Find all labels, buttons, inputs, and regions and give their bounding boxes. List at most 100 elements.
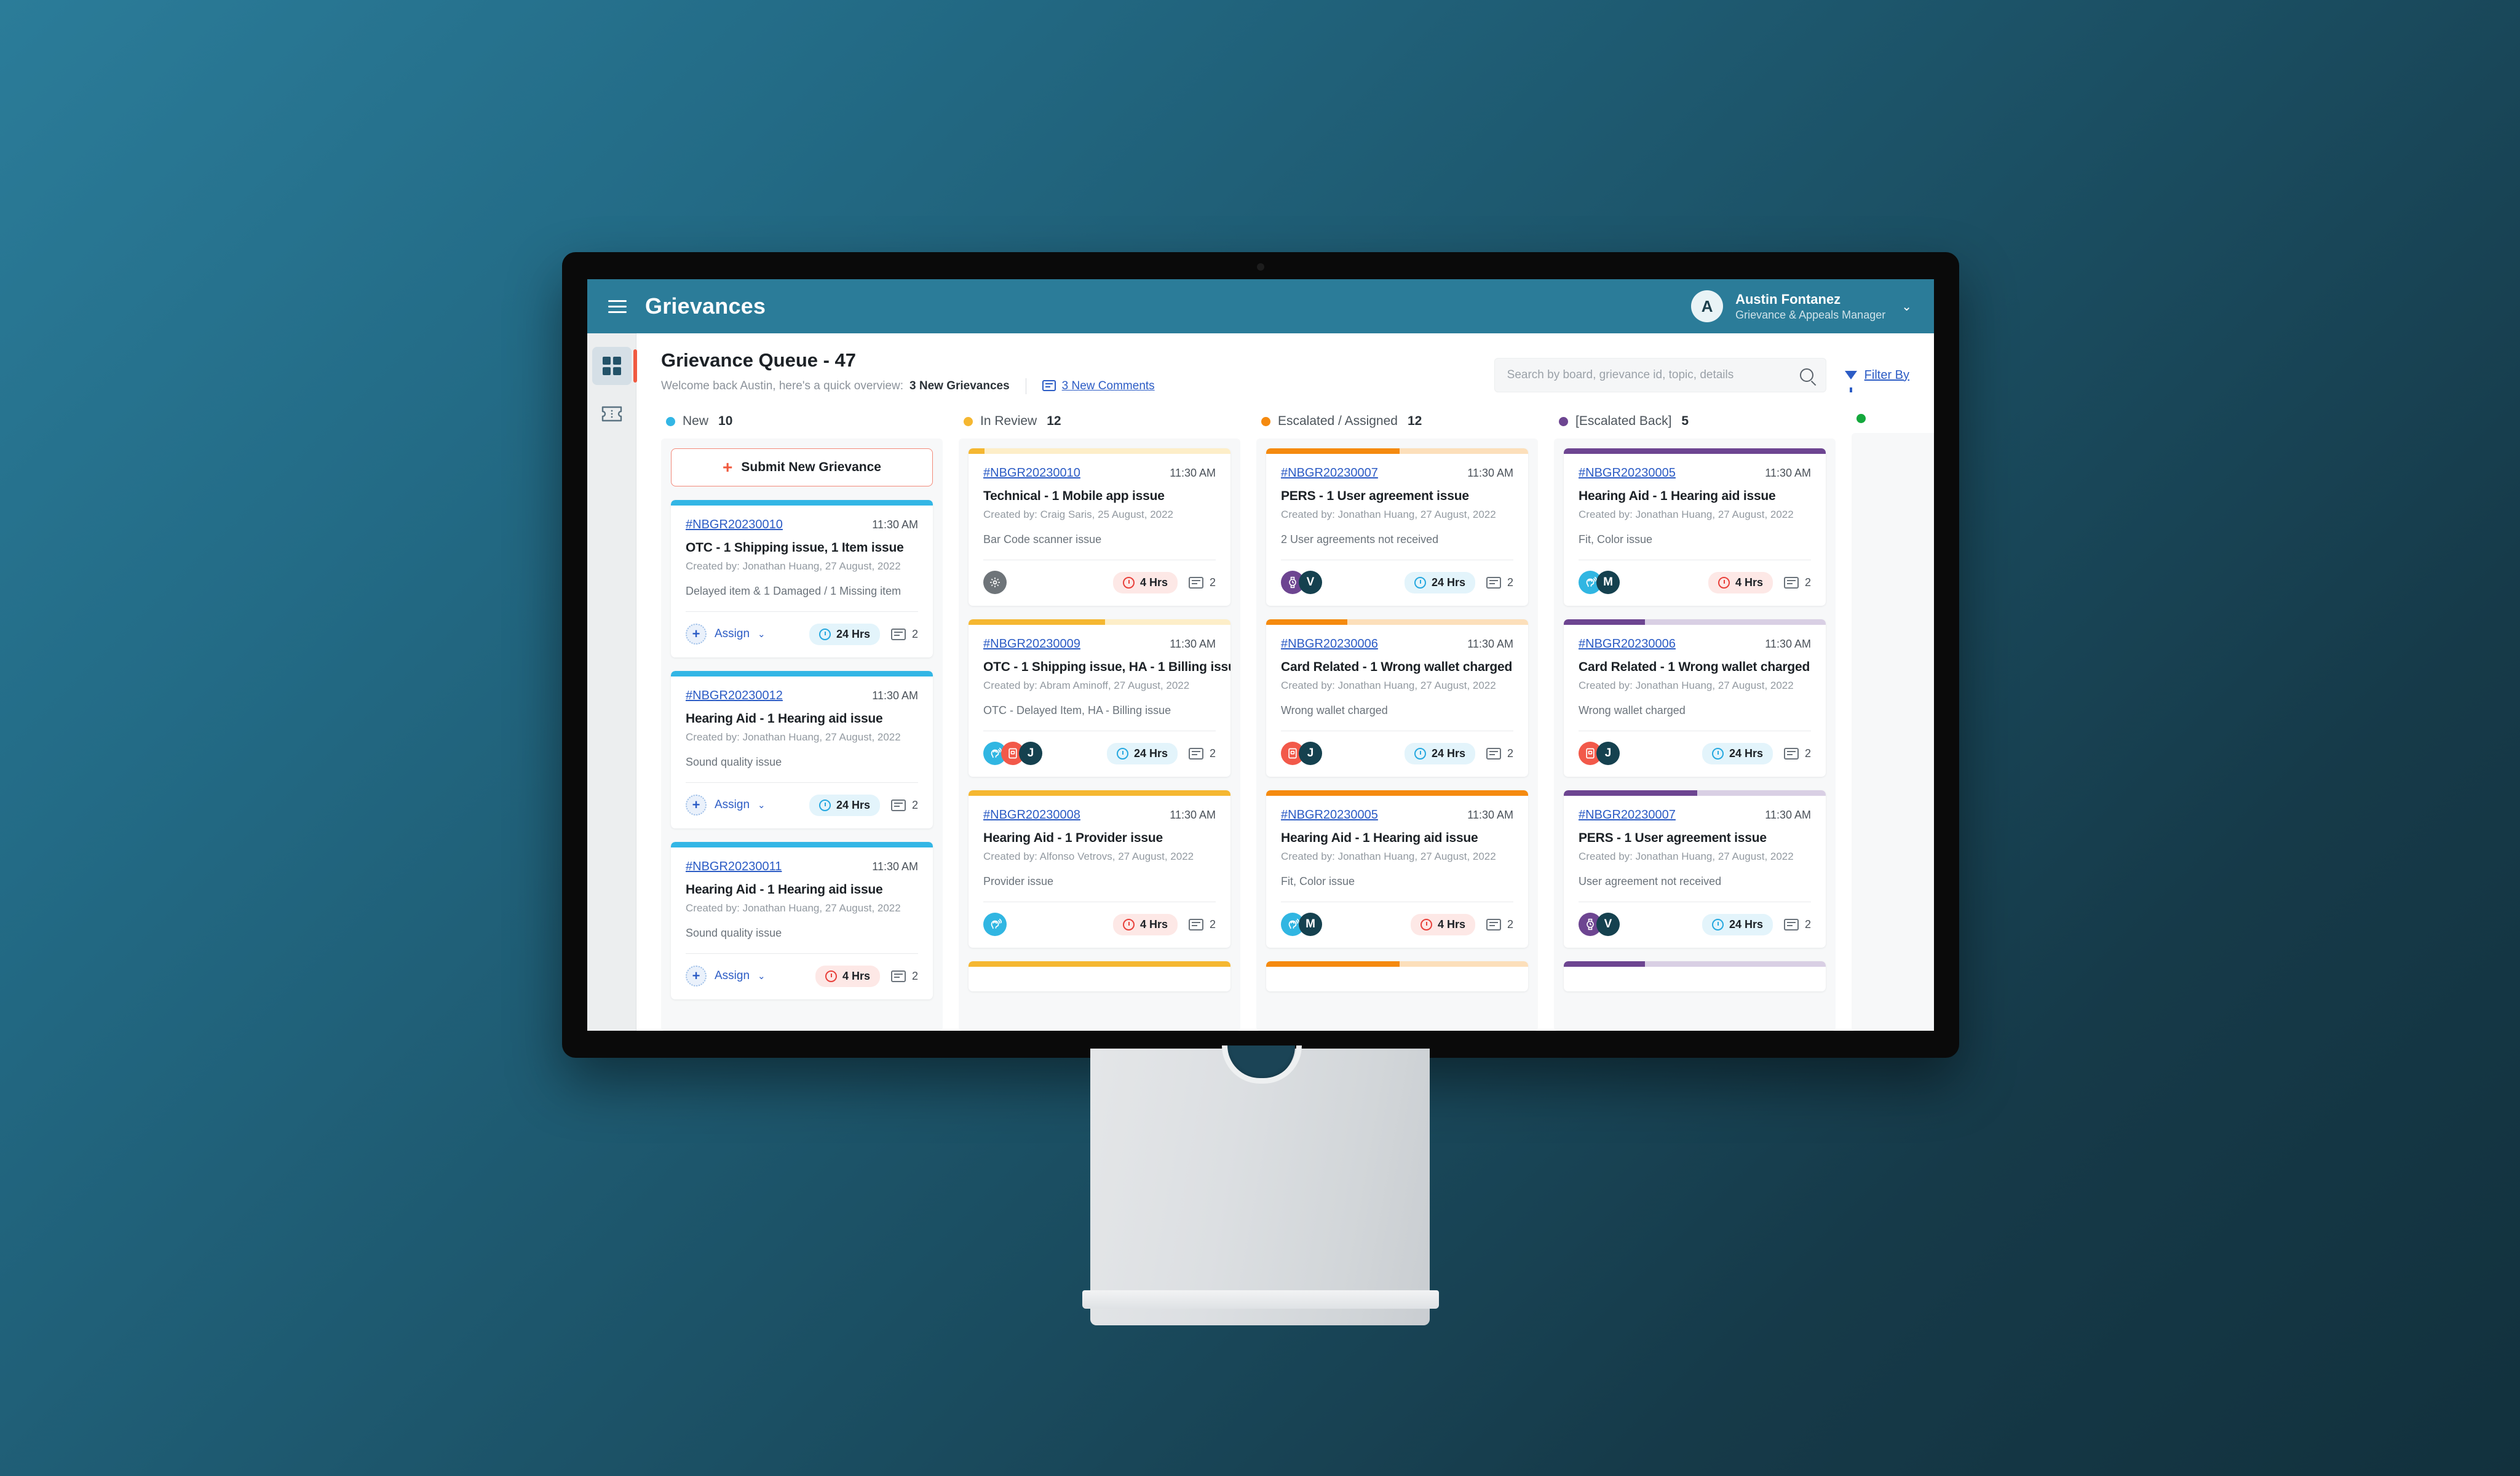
grievance-card[interactable] xyxy=(1564,961,1826,991)
sla-badge: 4 Hrs xyxy=(1112,571,1178,593)
screen: Grievances A Austin Fontanez Grievance &… xyxy=(587,279,1934,1031)
comment-count[interactable]: 2 xyxy=(1188,747,1216,760)
progress-bar-fill xyxy=(1266,448,1400,454)
grievance-id-link[interactable]: #NBGR20230010 xyxy=(983,466,1080,480)
avatar-letter[interactable]: V xyxy=(1299,571,1322,594)
progress-bar xyxy=(969,619,1230,625)
grievance-id-link[interactable]: #NBGR20230010 xyxy=(686,518,783,532)
progress-bar-fill xyxy=(1266,790,1528,796)
chevron-down-icon[interactable]: ⌄ xyxy=(758,629,766,640)
plus-icon: + xyxy=(686,624,707,645)
grievance-id-link[interactable]: #NBGR20230005 xyxy=(1281,808,1378,822)
plus-icon: + xyxy=(686,795,707,815)
assign-control[interactable]: + Assign ⌄ xyxy=(686,624,766,645)
progress-bar-fill xyxy=(969,619,1105,625)
grievance-card[interactable]: #NBGR20230011 11:30 AM Hearing Aid - 1 Hea… xyxy=(671,842,933,999)
comment-count[interactable]: 2 xyxy=(890,969,918,983)
main-content: Grievance Queue - 47 Welcome back Austin… xyxy=(636,333,1934,1031)
grievance-id-link[interactable]: #NBGR20230007 xyxy=(1579,808,1676,822)
grievance-id-link[interactable]: #NBGR20230009 xyxy=(983,637,1080,651)
grievance-card[interactable]: #NBGR20230007 11:30 AM PERS - 1 User agree… xyxy=(1564,790,1826,948)
submit-new-grievance-button[interactable]: + Submit New Grievance xyxy=(671,448,933,486)
avatar-hearing[interactable] xyxy=(983,913,1007,936)
progress-bar xyxy=(1266,448,1528,454)
sla-text: 24 Hrs xyxy=(1431,747,1465,760)
grievance-card[interactable] xyxy=(1266,961,1528,991)
avatar-gear[interactable] xyxy=(983,571,1007,594)
avatar-letter[interactable]: V xyxy=(1596,913,1620,936)
grievance-id-link[interactable]: #NBGR20230005 xyxy=(1579,466,1676,480)
status-dot xyxy=(964,416,973,426)
comment-count[interactable]: 2 xyxy=(1188,576,1216,589)
grievance-id-link[interactable]: #NBGR20230006 xyxy=(1281,637,1378,651)
comment-count[interactable]: 2 xyxy=(1783,747,1811,760)
chevron-down-icon[interactable]: ⌄ xyxy=(1901,299,1912,314)
avatar-letter[interactable]: M xyxy=(1596,571,1620,594)
comment-count[interactable]: 2 xyxy=(890,799,918,812)
clock-icon xyxy=(1414,747,1426,760)
comment-count[interactable]: 2 xyxy=(1486,747,1513,760)
assign-label: Assign xyxy=(715,798,750,811)
grievance-card[interactable]: #NBGR20230008 11:30 AM Hearing Aid - 1 Pro… xyxy=(969,790,1230,948)
progress-bar-fill xyxy=(1266,961,1400,967)
card-title: OTC - 1 Shipping issue, 1 Item issue xyxy=(686,541,904,555)
search-input[interactable] xyxy=(1507,368,1800,382)
grievance-card[interactable]: #NBGR20230006 11:30 AM Card Related - 1 Wr… xyxy=(1266,619,1528,777)
grievance-card[interactable]: #NBGR20230009 11:30 AM OTC - 1 Shipping is… xyxy=(969,619,1230,777)
grievance-card[interactable]: #NBGR20230010 11:30 AM OTC - 1 Shipping is… xyxy=(671,500,933,657)
welcome-text: Welcome back Austin, here's a quick over… xyxy=(661,379,904,392)
grievance-id-link[interactable]: #NBGR20230011 xyxy=(686,860,782,874)
avatar-letter[interactable]: J xyxy=(1299,742,1322,765)
avatar-letter[interactable]: J xyxy=(1019,742,1042,765)
progress-bar-fill xyxy=(671,671,933,676)
sla-text: 24 Hrs xyxy=(1729,918,1763,930)
avatar-letter[interactable]: M xyxy=(1299,913,1322,936)
card-description: Bar Code scanner issue xyxy=(983,533,1102,546)
user-menu[interactable]: A Austin Fontanez Grievance & Appeals Ma… xyxy=(1691,279,1912,333)
assignee-avatars: M xyxy=(1281,913,1322,936)
sla-badge: 4 Hrs xyxy=(1708,571,1773,593)
new-comments-link[interactable]: 3 New Comments xyxy=(1042,379,1155,393)
comment-count-value: 2 xyxy=(1507,576,1513,589)
comment-count[interactable]: 2 xyxy=(1486,918,1513,931)
chevron-down-icon[interactable]: ⌄ xyxy=(758,970,766,982)
status-dot xyxy=(1559,416,1568,426)
comment-count[interactable]: 2 xyxy=(890,627,918,641)
search-box[interactable] xyxy=(1494,358,1826,392)
chevron-down-icon[interactable]: ⌄ xyxy=(758,800,766,811)
grievance-card[interactable]: #NBGR20230010 11:30 AM Technical - 1 Mobil… xyxy=(969,448,1230,606)
comment-count[interactable]: 2 xyxy=(1783,918,1811,931)
grievance-card[interactable]: #NBGR20230005 11:30 AM Hearing Aid - 1 Hea… xyxy=(1266,790,1528,948)
grievance-card[interactable] xyxy=(969,961,1230,991)
hamburger-menu-icon[interactable] xyxy=(608,300,627,313)
assignee-avatars: V xyxy=(1579,913,1620,936)
comment-count[interactable]: 2 xyxy=(1783,576,1811,589)
grievance-card[interactable]: #NBGR20230012 11:30 AM Hearing Aid - 1 Hea… xyxy=(671,671,933,828)
filter-by-button[interactable]: Filter By xyxy=(1844,368,1909,392)
grievance-id-link[interactable]: #NBGR20230007 xyxy=(1281,466,1378,480)
grievance-card[interactable]: #NBGR20230005 11:30 AM Hearing Aid - 1 Hea… xyxy=(1564,448,1826,606)
card-title: Card Related - 1 Wrong wallet charged xyxy=(1579,660,1810,674)
assign-control[interactable]: + Assign ⌄ xyxy=(686,966,766,986)
grievance-id-link[interactable]: #NBGR20230006 xyxy=(1579,637,1676,651)
comment-count[interactable]: 2 xyxy=(1188,918,1216,931)
grievance-id-link[interactable]: #NBGR20230008 xyxy=(983,808,1080,822)
comment-icon xyxy=(1486,747,1501,760)
assignee-avatars xyxy=(983,913,1007,936)
comment-count-value: 2 xyxy=(911,627,918,640)
assign-control[interactable]: + Assign ⌄ xyxy=(686,795,766,815)
comment-count-value: 2 xyxy=(911,969,918,982)
search-icon[interactable] xyxy=(1799,368,1813,382)
sla-badge: 4 Hrs xyxy=(1410,913,1475,935)
grievance-card[interactable]: #NBGR20230007 11:30 AM PERS - 1 User agree… xyxy=(1266,448,1528,606)
avatar-letter[interactable]: J xyxy=(1596,742,1620,765)
card-title: PERS - 1 User agreement issue xyxy=(1281,489,1469,503)
grievance-card[interactable]: #NBGR20230006 11:30 AM Card Related - 1 Wr… xyxy=(1564,619,1826,777)
sidebar-item-ticket-view[interactable] xyxy=(592,396,632,434)
comment-count[interactable]: 2 xyxy=(1486,576,1513,589)
card-time: 11:30 AM xyxy=(872,689,918,702)
card-description: OTC - Delayed Item, HA - Billing issue xyxy=(983,704,1171,716)
card-title: PERS - 1 User agreement issue xyxy=(1579,831,1767,845)
grievance-id-link[interactable]: #NBGR20230012 xyxy=(686,689,783,703)
sidebar-item-board-view[interactable] xyxy=(592,347,637,385)
